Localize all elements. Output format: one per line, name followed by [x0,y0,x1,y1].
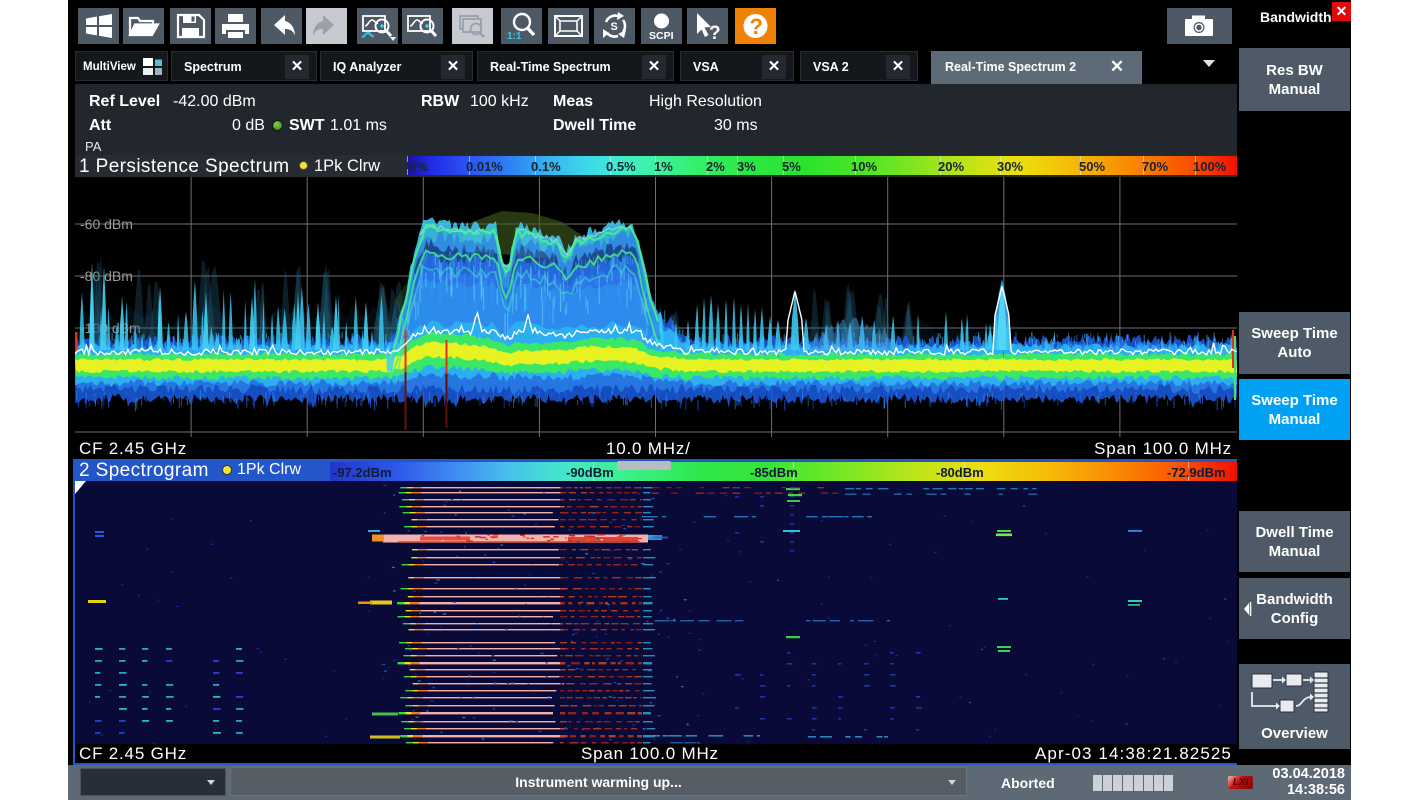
svg-text:-80 dBm: -80 dBm [80,268,133,284]
svg-text:1:1: 1:1 [507,31,522,42]
svg-text:?: ? [750,14,763,39]
svg-text:SCPI: SCPI [649,30,674,42]
svg-text:S: S [611,21,618,33]
svg-text:?: ? [709,23,721,44]
svg-text:-60 dBm: -60 dBm [80,216,133,232]
